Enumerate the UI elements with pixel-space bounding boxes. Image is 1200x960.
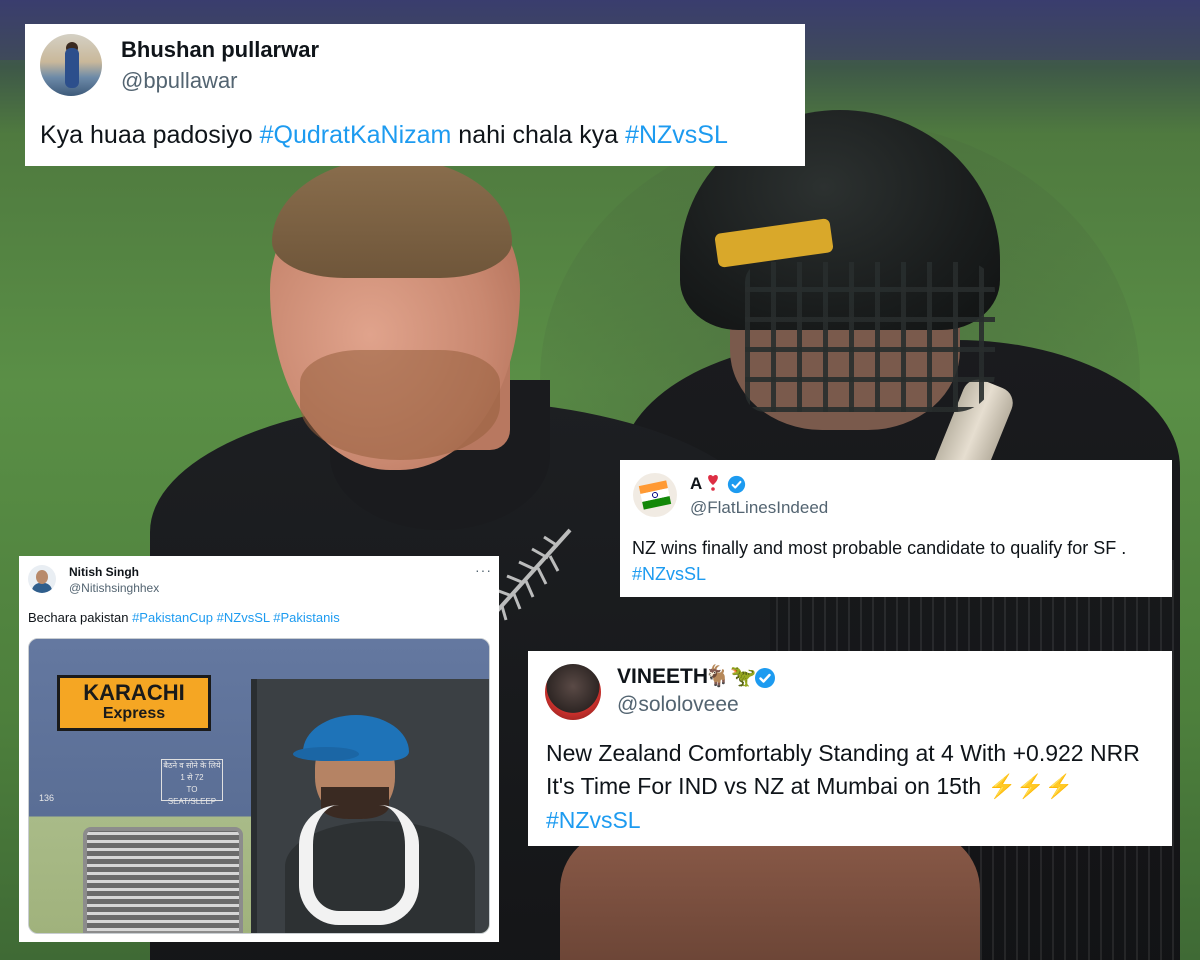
coach-vent xyxy=(83,827,243,933)
hashtag-link[interactable]: #QudratKaNizam xyxy=(260,121,452,149)
author-name[interactable]: Nitish Singh xyxy=(69,565,139,579)
author-handle[interactable]: @FlatLinesIndeed xyxy=(690,498,828,518)
player-arm xyxy=(560,830,980,960)
helmet-grill xyxy=(745,262,995,412)
sign-line-2: Express xyxy=(102,705,166,722)
plate-line-3: TO SEAT/SLEEP xyxy=(167,785,217,806)
hashtag-link[interactable]: #NZvsSL xyxy=(546,807,641,834)
more-options-icon[interactable]: ··· xyxy=(475,562,492,578)
author-name[interactable]: A xyxy=(690,474,702,494)
verified-badge-icon xyxy=(755,668,775,688)
tweet-card-nitishsinghhex[interactable]: Nitish Singh @Nitishsinghhex ··· Bechara… xyxy=(19,556,499,942)
tweet-text-part: Kya huaa padosiyo xyxy=(40,121,260,149)
red-exclamation-heart-icon xyxy=(708,475,718,491)
sign-line-1: KARACHI xyxy=(83,680,185,705)
karachi-express-sign: KARACHI Express xyxy=(57,675,211,731)
author-name[interactable]: Bhushan pullarwar xyxy=(121,37,319,63)
tweet-card-sololoveee[interactable]: VINEETH 🐐🦖 @sololoveee New Zealand Comfo… xyxy=(528,651,1172,846)
verified-badge-icon xyxy=(727,475,746,494)
tweet-text-part: Bechara pakistan xyxy=(28,610,133,625)
coach-code: 136 xyxy=(39,793,55,803)
tweet-text-line-1: New Zealand Comfortably Standing at 4 Wi… xyxy=(546,740,1140,766)
plate-line-2: 1 से 72 xyxy=(180,773,204,782)
tweet-text: Bechara pakistan #PakistanCup #NZvsSL #P… xyxy=(28,610,340,625)
avatar[interactable] xyxy=(40,34,102,96)
hashtag-link[interactable]: #NZvsSL xyxy=(625,121,728,149)
tweet-card-flatlinesindeed[interactable]: A @FlatLinesIndeed NZ wins finally and m… xyxy=(620,460,1172,597)
tweet-text-part: nahi chala kya xyxy=(451,121,626,149)
player-left-hair xyxy=(272,158,512,278)
avatar[interactable] xyxy=(545,664,601,720)
player-left-beard xyxy=(300,350,500,460)
hashtag-links[interactable]: #PakistanCup #NZvsSL #Pakistanis xyxy=(132,610,340,625)
author-name[interactable]: VINEETH xyxy=(617,665,708,689)
goat-dinosaur-emoji-icon: 🐐🦖 xyxy=(704,665,757,688)
tweet-text-part: It's Time For IND vs NZ at Mumbai on 15t… xyxy=(546,773,988,799)
seat-plate: बैठने व सोने के लिये 1 से 72 TO SEAT/SLE… xyxy=(161,759,223,806)
plate-line-1: बैठने व सोने के लिये xyxy=(163,761,221,770)
tweet-text: NZ wins finally and most probable candid… xyxy=(632,538,1127,558)
avatar[interactable] xyxy=(633,473,677,517)
white-scarf xyxy=(299,805,419,925)
india-flag-icon xyxy=(638,480,672,510)
avatar[interactable] xyxy=(28,565,56,593)
tweet-text: Kya huaa padosiyo #QudratKaNizam nahi ch… xyxy=(40,121,728,150)
avatar-face xyxy=(36,570,48,584)
avatar-figure xyxy=(65,48,79,88)
author-handle[interactable]: @sololoveee xyxy=(617,693,739,717)
author-handle[interactable]: @bpullawar xyxy=(121,68,238,94)
lightning-bolt-icons: ⚡⚡⚡ xyxy=(987,773,1074,799)
author-handle[interactable]: @Nitishsinghhex xyxy=(69,581,159,595)
cap-brim xyxy=(293,747,359,761)
hashtag-link[interactable]: #NZvsSL xyxy=(632,564,706,585)
avatar-shirt xyxy=(32,583,52,593)
tweet-text-line-2: It's Time For IND vs NZ at Mumbai on 15t… xyxy=(546,773,1073,800)
tweet-card-bpullawar[interactable]: Bhushan pullarwar @bpullawar Kya huaa pa… xyxy=(25,24,805,166)
tweet-media-image[interactable]: KARACHI Express बैठने व सोने के लिये 1 स… xyxy=(28,638,490,934)
